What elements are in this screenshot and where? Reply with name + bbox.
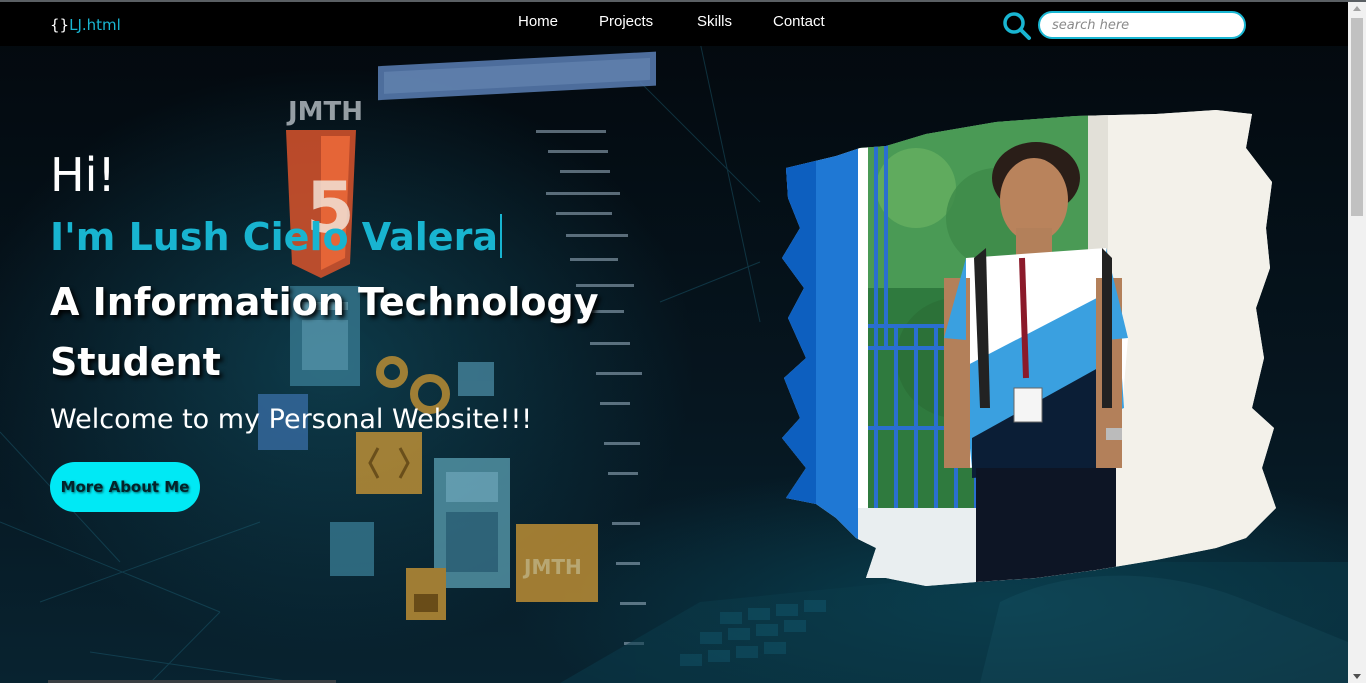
html-badge-label: JMTH (286, 97, 363, 127)
panel-badge-label: JMTH (522, 555, 582, 579)
scroll-up-arrow-icon[interactable] (1353, 6, 1361, 11)
nav-item-home[interactable]: Home (518, 13, 558, 30)
hero-name-line: I'm Lush Cielo Valera (50, 214, 502, 259)
scroll-down-arrow-icon[interactable] (1353, 674, 1361, 679)
scroll-thumb[interactable] (1351, 18, 1363, 216)
logo-name: LJ.html (69, 16, 121, 34)
logo-braces: {} (50, 16, 70, 34)
site-logo[interactable]: {}LJ.html (50, 16, 121, 34)
hero-name-text: I'm Lush Cielo Valera (50, 215, 498, 259)
nav-item-skills[interactable]: Skills (697, 13, 732, 30)
more-about-me-button[interactable]: More About Me (50, 462, 200, 512)
search-input[interactable] (1038, 11, 1246, 39)
hero-greeting: Hi! (50, 148, 116, 202)
hero-welcome: Welcome to my Personal Website!!! (50, 404, 533, 435)
search-icon[interactable] (1002, 11, 1032, 41)
profile-photo (782, 110, 1276, 586)
typing-cursor (499, 214, 502, 258)
nav-item-projects[interactable]: Projects (599, 13, 653, 30)
hero-role: A Information Technology Student (50, 280, 599, 384)
page-scrollbar[interactable] (1348, 2, 1366, 683)
top-navigation: {}LJ.html Home Projects Skills Contact (0, 2, 1348, 46)
nav-item-contact[interactable]: Contact (773, 13, 825, 30)
